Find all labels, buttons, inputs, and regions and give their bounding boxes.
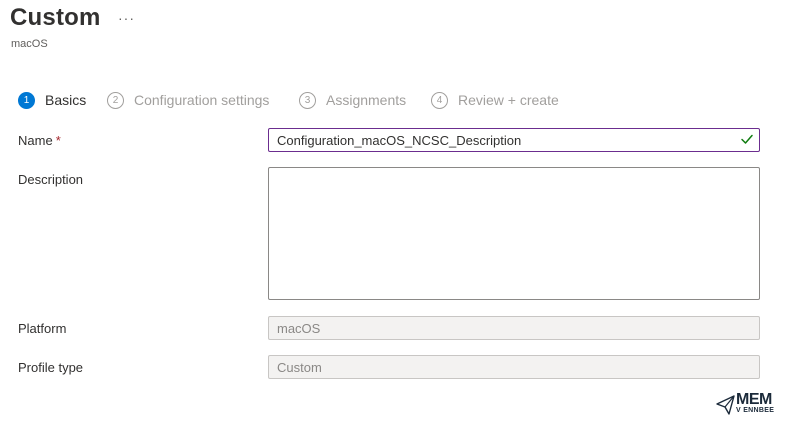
name-input[interactable] [268,128,760,152]
page-title: Custom [10,4,101,31]
step-basics[interactable]: 1 Basics [18,90,86,110]
step-configuration-settings[interactable]: 2 Configuration settings [107,90,269,110]
step-label: Basics [45,92,87,108]
paper-plane-icon [716,395,735,415]
custom-profile-page: Custom ··· macOS 1 Basics 2 Configuratio… [0,0,786,425]
memv-ennbee-logo: MEM V ENNBEE [716,391,780,419]
more-options-button[interactable]: ··· [118,10,135,26]
profile-type-input [268,355,760,379]
description-label: Description [18,172,84,187]
platform-label: Platform [18,321,67,336]
step-number: 4 [431,91,448,109]
logo-text-vennbee: V ENNBEE [736,407,775,414]
step-number: 1 [18,91,35,109]
step-review-create[interactable]: 4 Review + create [431,90,559,110]
step-label: Configuration settings [134,92,270,108]
name-label-text: Name [18,133,53,148]
platform-input [268,316,760,340]
page-subtitle: macOS [11,38,48,50]
required-marker: * [55,133,61,148]
step-number: 2 [107,91,124,109]
description-textarea[interactable] [268,167,760,300]
profile-type-label: Profile type [18,360,84,375]
step-label: Assignments [326,92,407,108]
checkmark-icon [741,134,753,144]
step-label: Review + create [458,92,559,108]
step-assignments[interactable]: 3 Assignments [299,90,406,110]
name-label: Name * [18,133,61,148]
step-number: 3 [299,91,316,109]
